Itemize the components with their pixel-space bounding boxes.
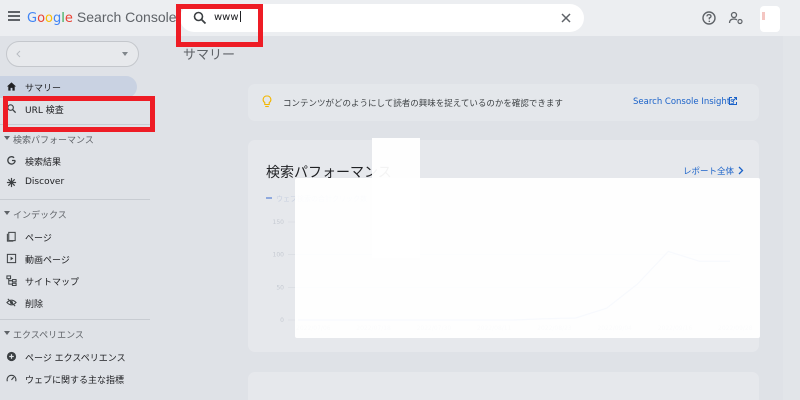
- gauge-icon: [6, 374, 17, 382]
- chevron-right-icon[interactable]: [737, 166, 744, 175]
- redaction-overlay: [372, 138, 420, 258]
- property-selector[interactable]: [6, 41, 139, 67]
- collapse-arrow-icon: [4, 331, 10, 335]
- sidebar: サマリー URL 検査 検索パフォーマンス 検索結果 Discover インデッ…: [0, 36, 150, 400]
- top-app-bar: Google Search Console www: [0, 0, 800, 36]
- chevron-down-icon: [122, 52, 128, 56]
- asterisk-icon: [6, 177, 17, 188]
- sidebar-item-sitemaps[interactable]: サイトマップ: [0, 270, 150, 292]
- video-page-icon: [6, 253, 17, 264]
- page-experience-icon: [6, 351, 17, 362]
- google-g-icon: [7, 156, 16, 165]
- full-report-link[interactable]: レポート全体: [683, 165, 734, 177]
- sidebar-item-video-pages[interactable]: 動画ページ: [0, 248, 150, 270]
- sidebar-divider: [0, 199, 150, 200]
- insights-banner: コンテンツがどのようにして読者の興味を捉えているのかを確認できます Search…: [248, 84, 759, 121]
- pages-icon: [6, 231, 16, 242]
- removals-icon: [6, 298, 17, 307]
- sidebar-item-core-web-vitals[interactable]: ウェブに関する主な指標: [0, 368, 150, 390]
- help-icon[interactable]: [701, 10, 717, 26]
- sidebar-item-pages[interactable]: ページ: [0, 226, 150, 248]
- product-name: Search Console: [76, 9, 177, 25]
- avatar[interactable]: [760, 6, 780, 32]
- sidebar-item-page-experience[interactable]: ページ エクスペリエンス: [0, 346, 150, 368]
- collapse-arrow-icon: [4, 211, 10, 215]
- annotation-highlight-url-inspection: [3, 96, 155, 132]
- home-icon: [6, 82, 17, 91]
- sidebar-item-summary[interactable]: サマリー: [0, 76, 137, 98]
- manage-users-icon[interactable]: [728, 10, 744, 26]
- collapse-arrow-icon: [4, 136, 10, 140]
- y-tick-label: 0: [280, 317, 284, 324]
- menu-icon[interactable]: [8, 11, 20, 21]
- legend-swatch: [266, 197, 272, 199]
- y-tick-label: 50: [276, 284, 284, 291]
- open-in-new-icon[interactable]: [728, 96, 738, 106]
- app-logo[interactable]: Google Search Console: [27, 9, 177, 26]
- y-tick-label: 150: [273, 219, 285, 226]
- annotation-highlight-search: [176, 4, 263, 47]
- redaction-overlay: [295, 178, 760, 338]
- sidebar-divider: [0, 319, 150, 320]
- lightbulb-icon: [262, 95, 272, 108]
- insights-description: コンテンツがどのようにして読者の興味を捉えているのかを確認できます: [283, 99, 563, 109]
- y-tick-label: 100: [273, 252, 285, 259]
- sidebar-item-discover[interactable]: Discover: [0, 172, 150, 194]
- sidebar-item-search-results[interactable]: 検索結果: [0, 150, 150, 172]
- chevron-left-icon: [16, 50, 21, 58]
- sidebar-item-removals[interactable]: 削除: [0, 292, 150, 314]
- redaction-overlay: [783, 36, 800, 400]
- sitemap-icon: [6, 275, 17, 286]
- insights-link[interactable]: Search Console Insights: [633, 97, 735, 107]
- close-icon[interactable]: [558, 10, 574, 26]
- next-card: [248, 372, 759, 400]
